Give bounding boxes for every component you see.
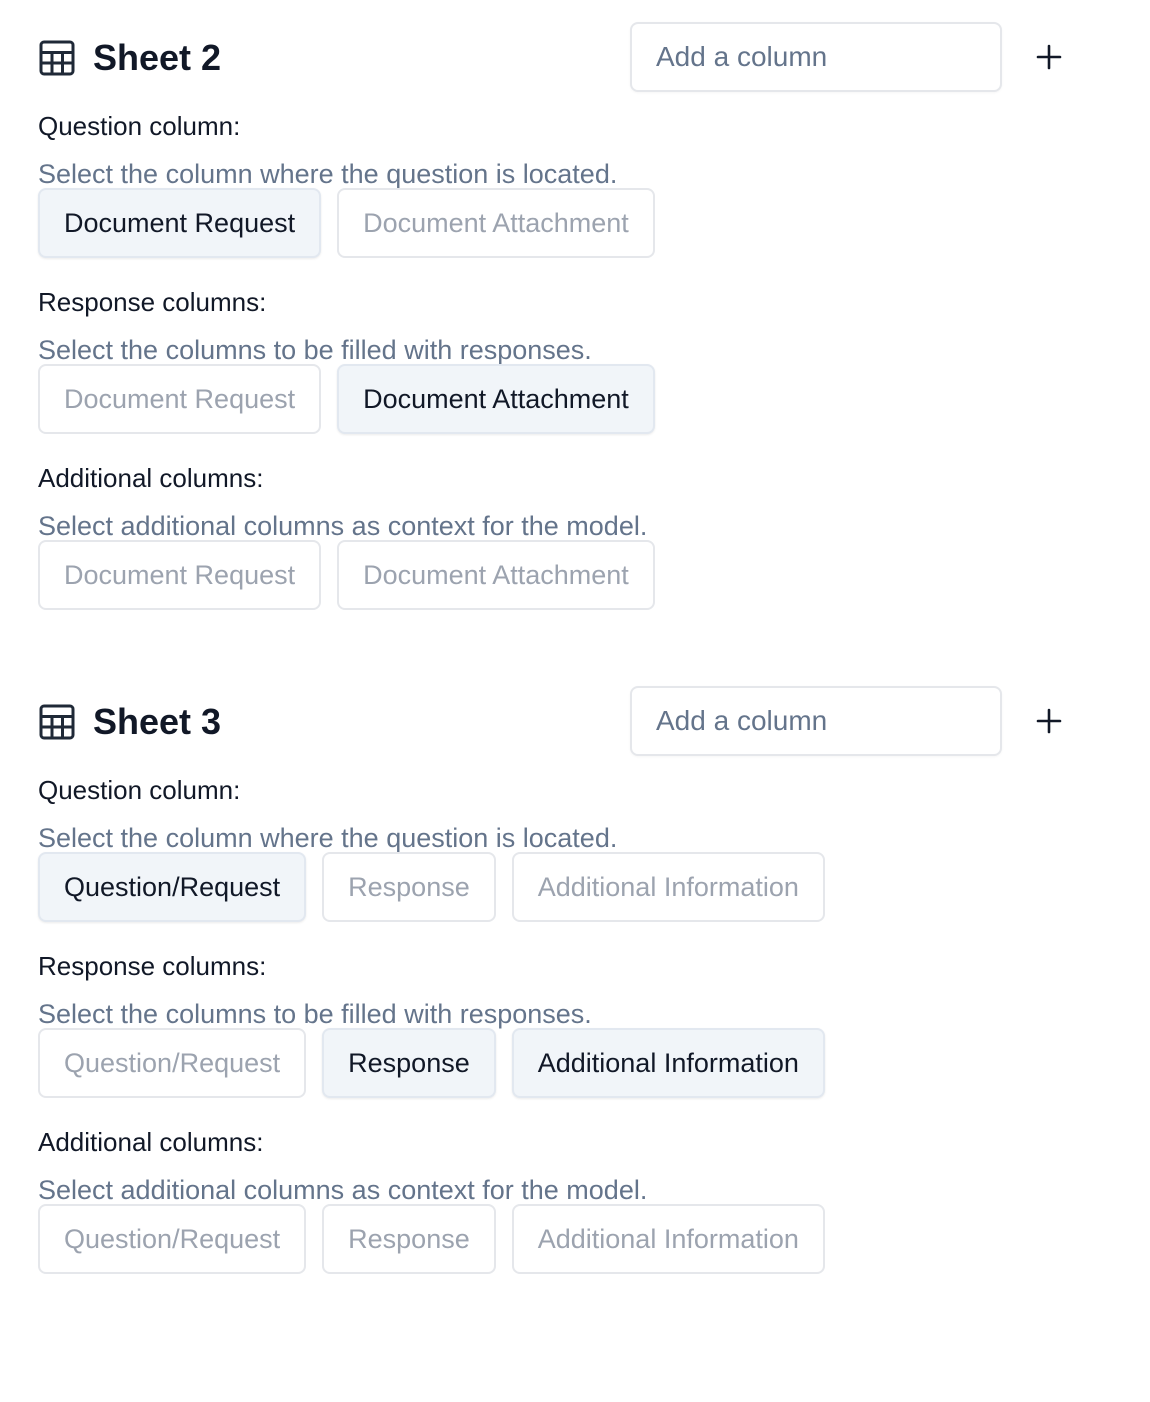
chip-row: Question/Request Response Additional Inf… xyxy=(38,1204,825,1274)
plus-icon xyxy=(1028,44,1070,81)
sheet-title-wrap: Sheet 2 xyxy=(38,38,221,78)
chip-additional-information[interactable]: Additional Information xyxy=(511,852,825,922)
chip-row: Document Request Document Attachment xyxy=(38,364,655,434)
group-description: Select additional columns as context for… xyxy=(38,511,648,541)
chip-row: Document Request Document Attachment xyxy=(38,540,655,610)
group-description: Select the columns to be filled with res… xyxy=(38,999,592,1029)
group-description: Select the column where the question is … xyxy=(38,823,618,853)
group-label: Response columns: xyxy=(38,287,267,317)
chip-response[interactable]: Response xyxy=(322,1204,496,1274)
sheet-title: Sheet 3 xyxy=(93,701,222,742)
group-label: Response columns: xyxy=(38,951,267,981)
sheet-header: Sheet 2 xyxy=(38,22,1118,94)
chip-response[interactable]: Response xyxy=(322,1028,496,1098)
chip-document-request[interactable]: Document Request xyxy=(38,364,322,434)
chip-document-attachment[interactable]: Document Attachment xyxy=(337,364,655,434)
chip-document-attachment[interactable]: Document Attachment xyxy=(337,540,655,610)
group-label: Question column: xyxy=(38,111,241,141)
table-icon xyxy=(38,703,76,741)
chip-additional-information[interactable]: Additional Information xyxy=(511,1204,825,1274)
sheet-section-2: Sheet 2 Question column: Select the colu… xyxy=(38,22,1118,638)
question-column-group: Question column: Select the column where… xyxy=(38,110,1118,286)
chip-document-attachment[interactable]: Document Attachment xyxy=(337,188,655,258)
sheet-header: Sheet 3 xyxy=(38,686,1118,758)
table-icon xyxy=(38,39,76,77)
add-column-button[interactable] xyxy=(1028,36,1070,78)
chip-question-request[interactable]: Question/Request xyxy=(38,852,307,922)
sheet-title: Sheet 2 xyxy=(93,37,222,78)
chip-additional-information[interactable]: Additional Information xyxy=(511,1028,825,1098)
chip-question-request[interactable]: Question/Request xyxy=(38,1204,307,1274)
group-label: Question column: xyxy=(38,775,241,805)
response-columns-group: Response columns: Select the columns to … xyxy=(38,286,1118,462)
chip-question-request[interactable]: Question/Request xyxy=(38,1028,307,1098)
additional-columns-group: Additional columns: Select additional co… xyxy=(38,462,1118,638)
chip-row: Question/Request Response Additional Inf… xyxy=(38,1028,825,1098)
group-description: Select the columns to be filled with res… xyxy=(38,335,592,365)
add-column-button[interactable] xyxy=(1028,700,1070,742)
response-columns-group: Response columns: Select the columns to … xyxy=(38,950,1118,1126)
group-description: Select the column where the question is … xyxy=(38,159,618,189)
add-column-input[interactable] xyxy=(630,686,1002,756)
chip-row: Question/Request Response Additional Inf… xyxy=(38,852,825,922)
group-description: Select additional columns as context for… xyxy=(38,1175,648,1205)
additional-columns-group: Additional columns: Select additional co… xyxy=(38,1126,1118,1302)
group-label: Additional columns: xyxy=(38,463,264,493)
chip-response[interactable]: Response xyxy=(322,852,496,922)
sheet-title-wrap: Sheet 3 xyxy=(38,702,221,742)
sheet-section-3: Sheet 3 Question column: Select the colu… xyxy=(38,686,1118,1302)
group-label: Additional columns: xyxy=(38,1127,264,1157)
add-column-input[interactable] xyxy=(630,22,1002,92)
question-column-group: Question column: Select the column where… xyxy=(38,774,1118,950)
plus-icon xyxy=(1028,708,1070,745)
chip-document-request[interactable]: Document Request xyxy=(38,188,322,258)
chip-row: Document Request Document Attachment xyxy=(38,188,655,258)
chip-document-request[interactable]: Document Request xyxy=(38,540,322,610)
